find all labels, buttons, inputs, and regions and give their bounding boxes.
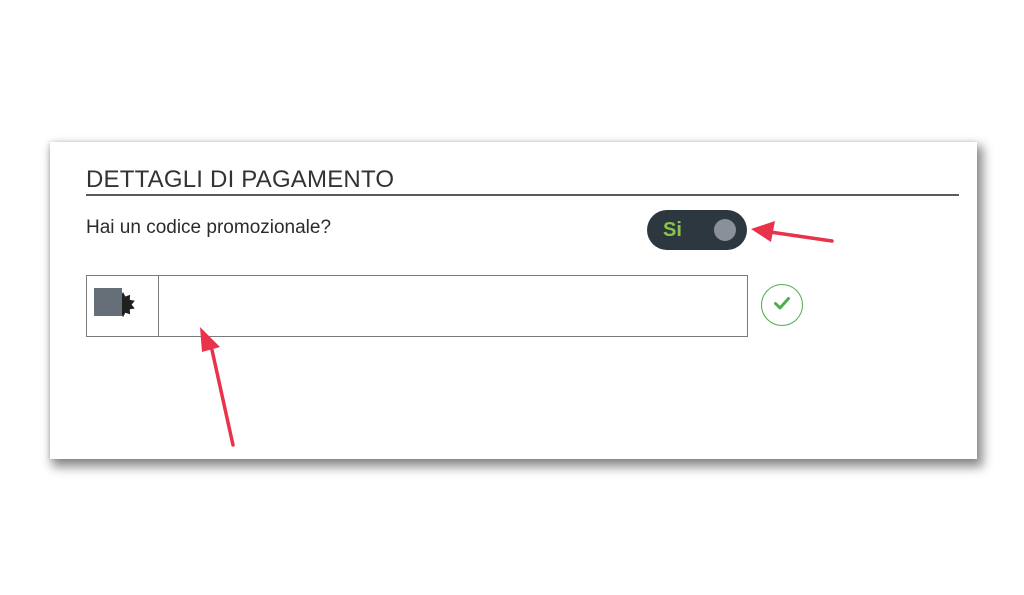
payment-details-card: DETTAGLI DI PAGAMENTO Hai un codice prom… bbox=[50, 142, 977, 459]
text-cursor bbox=[94, 288, 122, 316]
section-title: DETTAGLI DI PAGAMENTO bbox=[86, 166, 395, 193]
page: DETTAGLI DI PAGAMENTO Hai un codice prom… bbox=[0, 0, 1024, 595]
promo-code-toggle[interactable]: Si bbox=[647, 210, 747, 250]
toggle-knob bbox=[714, 219, 736, 241]
confirm-promo-button[interactable] bbox=[761, 284, 803, 326]
title-divider bbox=[86, 194, 959, 196]
promo-code-question: Hai un codice promozionale? bbox=[86, 217, 332, 238]
promo-code-field bbox=[86, 275, 748, 337]
checkmark-icon bbox=[772, 293, 792, 318]
promo-code-input[interactable] bbox=[159, 276, 747, 336]
toggle-label: Si bbox=[663, 219, 682, 241]
